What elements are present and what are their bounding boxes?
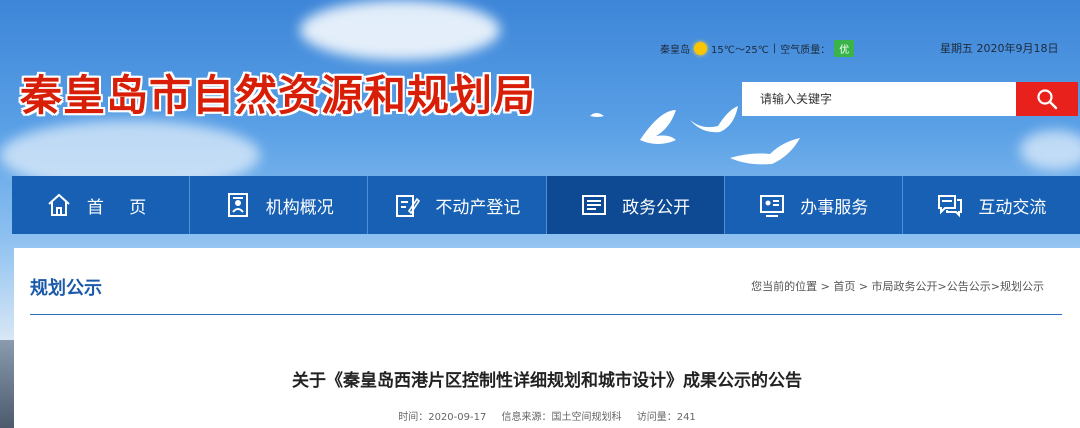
nav-label: 机构概况	[265, 197, 334, 218]
home-icon	[48, 193, 70, 216]
current-date: 星期五 2020年9月18日	[940, 42, 1059, 55]
breadcrumb[interactable]: 您当前的位置 > 首页 > 市局政务公开>公告公示>规划公示	[751, 278, 1044, 294]
nav-label: 首 页	[86, 197, 157, 218]
nav-item-services[interactable]: 办事服务	[725, 176, 903, 234]
divider	[30, 314, 1062, 315]
cloud-decoration	[300, 0, 500, 60]
air-quality-badge: 优	[834, 40, 855, 57]
background-building-decoration	[0, 340, 14, 428]
article-title: 关于《秦皇岛西港片区控制性详细规划和城市设计》成果公示的公告	[292, 371, 802, 391]
nav-item-public-affairs[interactable]: 政务公开	[546, 176, 725, 234]
register-icon	[396, 195, 421, 217]
nav-item-interaction[interactable]: 互动交流	[903, 176, 1080, 234]
nav-item-home[interactable]: 首 页	[12, 176, 191, 234]
article-time: 时间：2020-09-17	[398, 412, 487, 423]
search-button[interactable]	[1016, 82, 1078, 116]
nav-label: 互动交流	[978, 197, 1047, 218]
weather-widget: 秦皇岛 15℃～25℃ | 空气质量： 优	[660, 40, 855, 57]
org-icon	[227, 193, 248, 217]
sun-icon	[694, 42, 707, 55]
weather-city: 秦皇岛	[660, 45, 690, 56]
chat-icon	[938, 195, 963, 218]
main-nav: 首 页 机构概况 不动产登记 政务公开 办事服务 互动交流	[12, 176, 1080, 234]
search-bar	[742, 82, 1078, 116]
article-source: 信息来源：国土空间规划科	[501, 412, 622, 423]
article-meta: 时间：2020-09-17 信息来源：国土空间规划科 访问量：241	[14, 408, 1080, 423]
content-panel: 规划公示 您当前的位置 > 首页 > 市局政务公开>公告公示>规划公示 关于《秦…	[14, 248, 1080, 428]
service-icon	[760, 195, 785, 217]
weather-temperature: 15℃～25℃	[711, 45, 769, 56]
search-input[interactable]	[742, 82, 1016, 116]
weather-separator: |	[772, 43, 777, 54]
document-icon	[582, 195, 607, 215]
search-icon	[1037, 89, 1058, 110]
nav-label: 不动产登记	[435, 197, 521, 218]
nav-item-register[interactable]: 不动产登记	[368, 176, 547, 234]
article-views: 访问量：241	[636, 412, 696, 423]
section-title: 规划公示	[30, 278, 102, 299]
air-quality-label: 空气质量：	[780, 45, 831, 56]
nav-label: 办事服务	[800, 197, 869, 218]
cloud-decoration	[1020, 130, 1080, 170]
site-title: 秦皇岛市自然资源和规划局	[20, 71, 537, 120]
nav-label: 政务公开	[622, 197, 691, 218]
nav-item-org[interactable]: 机构概况	[190, 176, 369, 234]
